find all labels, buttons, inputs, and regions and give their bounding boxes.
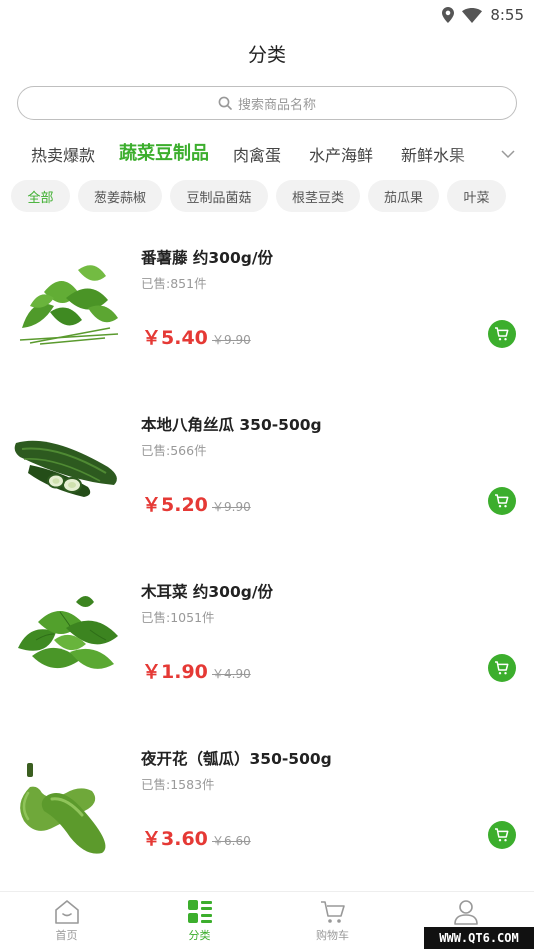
search-input[interactable]: 搜索商品名称 — [17, 86, 517, 120]
product-sold-count: 已售:851件 — [141, 276, 207, 291]
chip-onion-ginger-garlic[interactable]: 葱姜蒜椒 — [78, 180, 162, 212]
nav-cart-label: 购物车 — [316, 929, 349, 942]
luffa-image — [14, 440, 117, 497]
home-icon — [54, 900, 79, 924]
product-sold-count: 已售:566件 — [141, 443, 207, 458]
chip-leafy-greens[interactable]: 叶菜 — [447, 180, 506, 212]
cart-icon — [495, 494, 509, 508]
tab-seafood[interactable]: 水产海鲜 — [309, 142, 373, 166]
product-sold-count: 已售:1583件 — [141, 777, 215, 792]
chip-tofu-mushroom[interactable]: 豆制品菌菇 — [170, 180, 268, 212]
user-icon — [453, 900, 478, 925]
product-price: ￥5.20 — [142, 494, 208, 516]
category-tabs: 热卖爆款 蔬菜豆制品 肉禽蛋 水产海鲜 新鲜水果 — [0, 138, 534, 168]
product-name: 木耳菜 约300g/份 — [141, 583, 274, 601]
category-icon — [187, 900, 212, 923]
subcategory-tabs: 全部 葱姜蒜椒 豆制品菌菇 根茎豆类 茄瓜果 叶菜 — [0, 180, 534, 212]
product-name: 本地八角丝瓜 350-500g — [141, 416, 322, 434]
add-to-cart-button[interactable] — [488, 821, 516, 849]
cart-icon — [320, 901, 345, 923]
cart-icon — [495, 327, 509, 341]
product-name: 夜开花（瓠瓜）350-500g — [141, 750, 332, 768]
location-icon — [442, 7, 455, 23]
wifi-icon — [462, 7, 483, 23]
product-item[interactable]: 木耳菜 约300g/份 已售:1051件 ￥1.90 ￥4.90 — [0, 570, 534, 720]
product-price: ￥1.90 — [142, 661, 208, 683]
chevron-down-icon[interactable] — [498, 144, 518, 164]
product-price: ￥3.60 — [142, 828, 208, 850]
tab-meat-poultry-eggs[interactable]: 肉禽蛋 — [233, 142, 281, 166]
add-to-cart-button[interactable] — [488, 654, 516, 682]
chip-eggplant-melon[interactable]: 茄瓜果 — [368, 180, 439, 212]
search-placeholder: 搜索商品名称 — [237, 97, 316, 113]
search-icon — [218, 96, 232, 110]
tab-vegetables-tofu[interactable]: 蔬菜豆制品 — [119, 139, 209, 165]
add-to-cart-button[interactable] — [488, 487, 516, 515]
product-original-price: ￥9.90 — [212, 333, 251, 347]
tabs-fade — [448, 138, 498, 168]
chip-all[interactable]: 全部 — [11, 180, 70, 212]
bottle-gourd-image — [20, 763, 106, 854]
nav-category-label: 分类 — [188, 929, 211, 942]
sweet-potato-vine-image — [19, 265, 119, 345]
product-sold-count: 已售:1051件 — [141, 610, 215, 625]
product-price: ￥5.40 — [142, 327, 208, 349]
watermark: WWW.QT6.COM — [424, 927, 534, 949]
malabar-spinach-image — [18, 596, 118, 669]
product-item[interactable]: 夜开花（瓠瓜）350-500g 已售:1583件 ￥3.60 ￥6.60 — [0, 737, 534, 887]
nav-category[interactable]: 分类 — [133, 892, 266, 949]
status-bar: 8:55 — [0, 0, 534, 30]
product-name: 番薯藤 约300g/份 — [141, 249, 274, 267]
status-time: 8:55 — [490, 6, 524, 24]
product-item[interactable]: 本地八角丝瓜 350-500g 已售:566件 ￥5.20 ￥9.90 — [0, 403, 534, 553]
nav-cart[interactable]: 购物车 — [266, 892, 399, 949]
cart-icon — [495, 828, 509, 842]
product-original-price: ￥4.90 — [212, 667, 251, 681]
nav-home[interactable]: 首页 — [0, 892, 133, 949]
cart-icon — [495, 661, 509, 675]
nav-home-label: 首页 — [55, 929, 78, 942]
product-original-price: ￥6.60 — [212, 834, 251, 848]
product-item[interactable]: 番薯藤 约300g/份 已售:851件 ￥5.40 ￥9.90 — [0, 236, 534, 386]
add-to-cart-button[interactable] — [488, 320, 516, 348]
product-original-price: ￥9.90 — [212, 500, 251, 514]
page-title: 分类 — [247, 44, 286, 66]
chip-roots-beans[interactable]: 根茎豆类 — [276, 180, 360, 212]
tab-hot-sale[interactable]: 热卖爆款 — [31, 142, 95, 166]
